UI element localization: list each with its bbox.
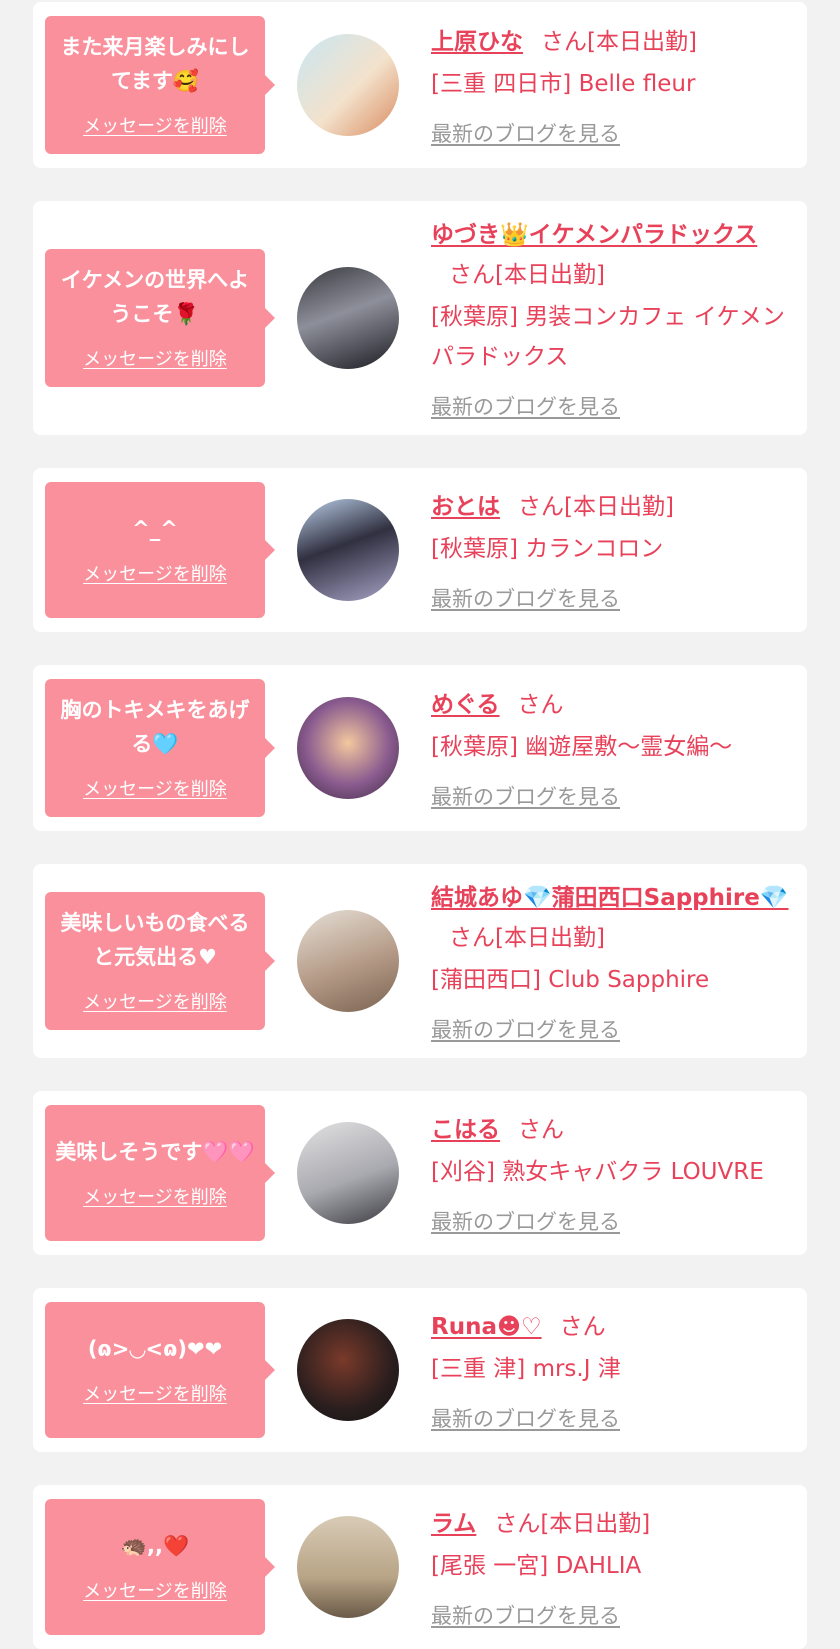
latest-blog-link[interactable]: 最新のブログを見る: [431, 391, 620, 421]
message-bubble: 美味しいもの食べると元気出る♥ メッセージを削除: [45, 892, 275, 1030]
shop-label: [三重 四日市] Belle fleur: [431, 71, 696, 97]
cast-card: 🦔,,❤️ メッセージを削除 ラム さん[本日出勤] [尾張 一宮] DAHLIA…: [33, 1485, 807, 1649]
message-bubble: 🦔,,❤️ メッセージを削除: [45, 1499, 275, 1635]
latest-blog-link[interactable]: 最新のブログを見る: [431, 583, 620, 613]
cast-status: さん[本日出勤]: [541, 29, 697, 55]
cast-card: また来月楽しみにしてます🥰 メッセージを削除 上原ひな さん[本日出勤] [三重 …: [33, 2, 807, 168]
shop-label: [三重 津] mrs.J 津: [431, 1356, 621, 1382]
cast-name-link[interactable]: 上原ひな: [431, 29, 523, 55]
cast-avatar[interactable]: [297, 697, 399, 799]
delete-message-link[interactable]: メッセージを削除: [83, 988, 227, 1014]
latest-blog-link[interactable]: 最新のブログを見る: [431, 118, 620, 148]
shop-label: [秋葉原] 幽遊屋敷〜霊女編〜: [431, 734, 733, 760]
shop-label: [秋葉原] 男装コンカフェ イケメンパラドックス: [431, 304, 785, 370]
cast-info: おとは さん[本日出勤] [秋葉原] カランコロン 最新のブログを見る: [431, 487, 793, 613]
cast-avatar[interactable]: [297, 1516, 399, 1618]
message-bubble: また来月楽しみにしてます🥰 メッセージを削除: [45, 16, 275, 154]
cast-avatar[interactable]: [297, 267, 399, 369]
message-text: 美味しそうです🩷🩷: [55, 1140, 255, 1164]
cast-avatar[interactable]: [297, 34, 399, 136]
cast-card: ^_^ メッセージを削除 おとは さん[本日出勤] [秋葉原] カランコロン 最新…: [33, 468, 807, 632]
delete-message-link[interactable]: メッセージを削除: [83, 1380, 227, 1406]
cast-card: 美味しいもの食べると元気出る♥ メッセージを削除 結城あゆ💎蒲田西口Sapphi…: [33, 864, 807, 1058]
cast-name-link[interactable]: ラム: [431, 1511, 476, 1537]
shop-label: [蒲田西口] Club Sapphire: [431, 967, 710, 993]
shop-label: [刈谷] 熟女キャバクラ LOUVRE: [431, 1159, 764, 1185]
delete-message-link[interactable]: メッセージを削除: [83, 112, 227, 138]
message-text: ^_^: [132, 517, 178, 541]
message-bubble: (ɷ>◡<ɷ)❤❤ メッセージを削除: [45, 1302, 275, 1438]
delete-message-link[interactable]: メッセージを削除: [83, 775, 227, 801]
cast-avatar[interactable]: [297, 1319, 399, 1421]
cast-info: めぐる さん [秋葉原] 幽遊屋敷〜霊女編〜 最新のブログを見る: [431, 685, 793, 811]
cast-name-link[interactable]: ゆづき👑イケメンパラドックス: [431, 222, 757, 248]
latest-blog-link[interactable]: 最新のブログを見る: [431, 1014, 620, 1044]
message-text: イケメンの世界へようこそ🌹: [60, 268, 250, 326]
message-bubble: ^_^ メッセージを削除: [45, 482, 275, 618]
cast-status: さん[本日出勤]: [494, 1511, 651, 1537]
cast-card: (ɷ>◡<ɷ)❤❤ メッセージを削除 Runa☻♡ さん [三重 津] mrs.J…: [33, 1288, 807, 1452]
favorite-cast-list: また来月楽しみにしてます🥰 メッセージを削除 上原ひな さん[本日出勤] [三重 …: [0, 0, 840, 1649]
cast-name-link[interactable]: こはる: [431, 1117, 500, 1143]
cast-info: 結城あゆ💎蒲田西口Sapphire💎 さん[本日出勤] [蒲田西口] Club S…: [431, 878, 793, 1044]
message-text: 美味しいもの食べると元気出る♥: [60, 911, 250, 969]
cast-avatar[interactable]: [297, 499, 399, 601]
shop-label: [尾張 一宮] DAHLIA: [431, 1553, 642, 1579]
cast-status: さん: [518, 1117, 564, 1143]
cast-info: こはる さん [刈谷] 熟女キャバクラ LOUVRE 最新のブログを見る: [431, 1110, 793, 1236]
cast-status: さん: [559, 1314, 606, 1340]
message-text: 🦔,,❤️: [120, 1534, 190, 1558]
latest-blog-link[interactable]: 最新のブログを見る: [431, 781, 620, 811]
latest-blog-link[interactable]: 最新のブログを見る: [431, 1206, 620, 1236]
latest-blog-link[interactable]: 最新のブログを見る: [431, 1403, 620, 1433]
message-bubble: イケメンの世界へようこそ🌹 メッセージを削除: [45, 249, 275, 387]
cast-status: さん[本日出勤]: [518, 494, 674, 520]
cast-card: 胸のトキメキをあげる🩵 メッセージを削除 めぐる さん [秋葉原] 幽遊屋敷〜霊女…: [33, 665, 807, 831]
cast-status: さん: [517, 692, 564, 718]
cast-card: イケメンの世界へようこそ🌹 メッセージを削除 ゆづき👑イケメンパラドックスさん[…: [33, 201, 807, 435]
delete-message-link[interactable]: メッセージを削除: [83, 560, 227, 586]
message-text: 胸のトキメキをあげる🩵: [60, 698, 250, 756]
delete-message-link[interactable]: メッセージを削除: [83, 345, 227, 371]
message-bubble: 胸のトキメキをあげる🩵 メッセージを削除: [45, 679, 275, 817]
cast-status: さん[本日出勤]: [449, 925, 605, 951]
message-bubble: 美味しそうです🩷🩷 メッセージを削除: [45, 1105, 275, 1241]
cast-info: ゆづき👑イケメンパラドックスさん[本日出勤] [秋葉原] 男装コンカフェ イケメ…: [431, 215, 793, 421]
cast-info: Runa☻♡ さん [三重 津] mrs.J 津 最新のブログを見る: [431, 1307, 793, 1433]
delete-message-link[interactable]: メッセージを削除: [83, 1183, 227, 1209]
cast-name-link[interactable]: Runa☻♡: [431, 1314, 542, 1340]
cast-card: 美味しそうです🩷🩷 メッセージを削除 こはる さん [刈谷] 熟女キャバクラ LO…: [33, 1091, 807, 1255]
message-text: (ɷ>◡<ɷ)❤❤: [87, 1337, 223, 1361]
message-text: また来月楽しみにしてます🥰: [60, 35, 250, 93]
latest-blog-link[interactable]: 最新のブログを見る: [431, 1600, 620, 1630]
cast-info: ラム さん[本日出勤] [尾張 一宮] DAHLIA 最新のブログを見る: [431, 1504, 793, 1630]
cast-name-link[interactable]: めぐる: [431, 692, 500, 718]
cast-avatar[interactable]: [297, 1122, 399, 1224]
cast-status: さん[本日出勤]: [449, 262, 605, 288]
cast-name-link[interactable]: おとは: [431, 494, 500, 520]
delete-message-link[interactable]: メッセージを削除: [83, 1577, 227, 1603]
shop-label: [秋葉原] カランコロン: [431, 536, 664, 562]
cast-avatar[interactable]: [297, 910, 399, 1012]
cast-info: 上原ひな さん[本日出勤] [三重 四日市] Belle fleur 最新のブログ…: [431, 22, 793, 148]
cast-name-link[interactable]: 結城あゆ💎蒲田西口Sapphire💎: [431, 885, 789, 911]
